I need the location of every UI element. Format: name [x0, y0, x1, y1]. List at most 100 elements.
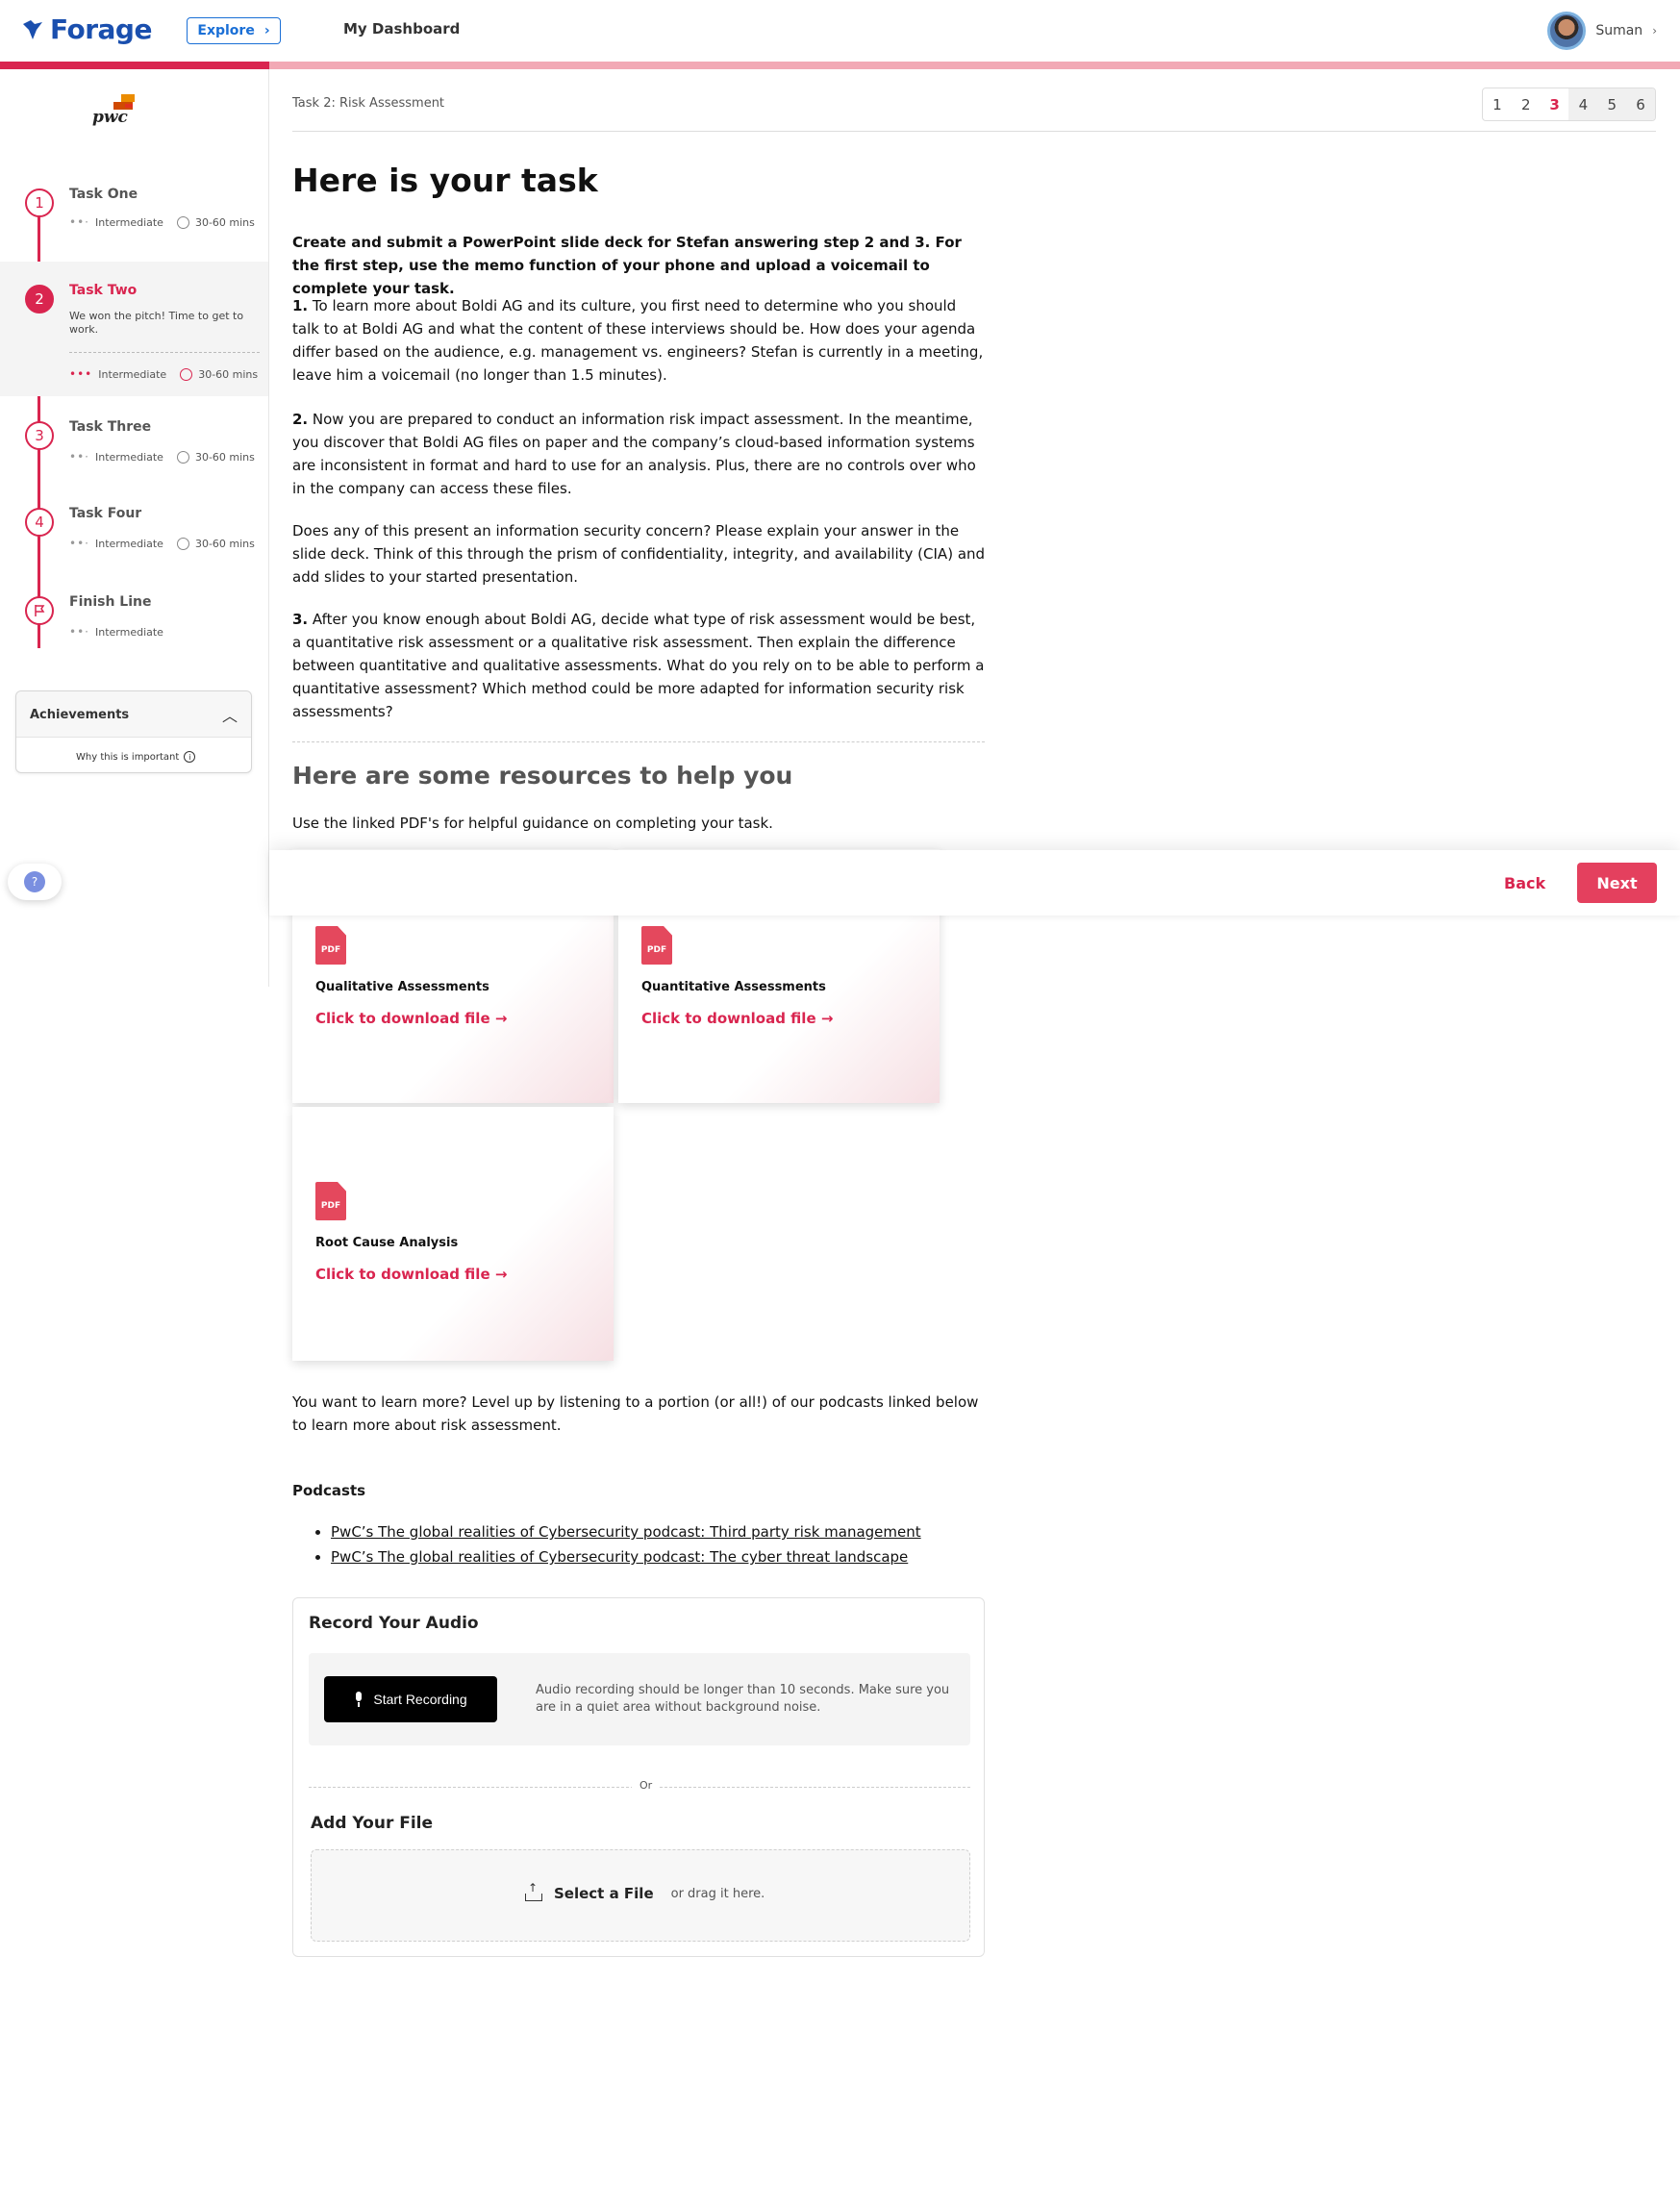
task-duration: 30-60 mins: [194, 537, 255, 550]
task-duration: 30-60 mins: [194, 215, 255, 229]
sidebar-item-task-four[interactable]: 4 Task Four ••· Intermediate 30-60 mins: [0, 494, 268, 571]
task-step-3: 3. After you know enough about Boldi AG,…: [292, 608, 987, 723]
resource-title: Root Cause Analysis: [315, 1236, 459, 1250]
download-link[interactable]: Click to download file →: [315, 1266, 507, 1283]
start-recording-button[interactable]: Start Recording: [324, 1676, 497, 1722]
recording-instructions: Audio recording should be longer than 10…: [536, 1683, 950, 1715]
task-meta: ••· Intermediate 30-60 mins: [69, 537, 255, 550]
step-pager: 1 2 3 4 5 6: [1482, 88, 1656, 121]
logo-text: Forage: [50, 13, 152, 45]
step-number: 2.: [292, 411, 309, 428]
task-meta: ••• Intermediate 30-60 mins: [69, 367, 258, 381]
forage-logo-icon: [23, 19, 42, 39]
task-meta: ••· Intermediate: [69, 625, 163, 639]
pager-page-6[interactable]: 6: [1626, 88, 1655, 120]
clock-icon: [180, 367, 193, 381]
page-title: Here is your task: [292, 162, 598, 199]
difficulty-dots-icon: ••·: [69, 450, 89, 464]
drag-hint: or drag it here.: [670, 1886, 765, 1901]
record-audio-panel: Start Recording Audio recording should b…: [309, 1653, 970, 1745]
sidebar-item-finish-line[interactable]: Finish Line ••· Intermediate: [0, 583, 268, 660]
task-title: Task Three: [69, 419, 152, 435]
task-title: Task One: [69, 187, 138, 202]
microphone-icon: [354, 1692, 364, 1707]
sidebar-item-task-three[interactable]: 3 Task Three ••· Intermediate 30-60 mins: [0, 406, 268, 483]
difficulty-dots-icon: ••·: [69, 215, 89, 229]
pdf-icon: PDF: [315, 1182, 346, 1220]
task-duration: 30-60 mins: [194, 450, 255, 464]
task-number: 1: [25, 188, 54, 217]
task-description: We won the pitch! Time to get to work.: [69, 310, 244, 336]
difficulty-dots-icon: •••: [69, 367, 93, 381]
task-level: Intermediate: [94, 215, 163, 229]
question-icon: ?: [24, 871, 45, 892]
resources-intro: Use the linked PDF's for helpful guidanc…: [292, 815, 773, 832]
clock-icon: [176, 215, 189, 229]
or-label: Or: [632, 1779, 661, 1792]
task-level: Intermediate: [98, 367, 167, 381]
step-number: 1.: [292, 297, 309, 314]
task-number: 2: [25, 285, 54, 314]
sidebar-item-task-two[interactable]: 2 Task Two We won the pitch! Time to get…: [0, 262, 268, 396]
difficulty-dots-icon: ••·: [69, 537, 89, 550]
explore-label: Explore: [197, 23, 255, 38]
step-text: Now you are prepared to conduct an infor…: [292, 411, 976, 497]
resource-card[interactable]: PDF Root Cause Analysis Click to downloa…: [292, 1107, 614, 1361]
task-duration: 30-60 mins: [198, 367, 259, 381]
achievements-header[interactable]: Achievements ︿: [16, 691, 251, 738]
avatar[interactable]: [1547, 12, 1587, 50]
why-important-link[interactable]: Why this is important i: [76, 751, 196, 763]
list-item: PwC’s The global realities of Cybersecur…: [331, 1519, 921, 1544]
chevron-up-icon[interactable]: ︿: [222, 703, 238, 726]
difficulty-dots-icon: ••·: [69, 625, 89, 639]
pdf-icon: PDF: [641, 926, 672, 965]
forage-logo[interactable]: Forage: [21, 13, 152, 45]
podcasts-heading: Podcasts: [292, 1482, 366, 1499]
top-navbar: Forage Explore › My Dashboard Suman ›: [0, 0, 1680, 62]
pager-page-1[interactable]: 1: [1483, 88, 1512, 120]
pager-page-3[interactable]: 3: [1541, 88, 1569, 120]
company-logo-text: pwc: [92, 108, 128, 127]
sidebar-item-task-one[interactable]: 1 Task One ••· Intermediate 30-60 mins: [0, 175, 268, 244]
user-menu[interactable]: Suman ›: [1547, 12, 1657, 50]
list-item: PwC’s The global realities of Cybersecur…: [331, 1544, 921, 1569]
add-file-title: Add Your File: [311, 1814, 434, 1833]
divider: [292, 741, 985, 742]
divider: [292, 131, 1656, 132]
achievements-panel: Achievements ︿ Why this is important i: [15, 690, 252, 773]
step-text: After you know enough about Boldi AG, de…: [292, 611, 985, 720]
step-navigation-bar: [269, 850, 1680, 916]
file-drop-zone[interactable]: Select a File or drag it here.: [311, 1849, 970, 1942]
upload-icon: [525, 1881, 542, 1901]
podcast-list: PwC’s The global realities of Cybersecur…: [317, 1519, 921, 1569]
logo-shape: [121, 94, 135, 102]
task-number: 3: [25, 421, 54, 450]
podcast-link[interactable]: PwC’s The global realities of Cybersecur…: [331, 1548, 908, 1566]
explore-button[interactable]: Explore ›: [187, 17, 281, 44]
pager-page-2[interactable]: 2: [1512, 88, 1541, 120]
back-button[interactable]: Back: [1504, 874, 1545, 892]
task-title: Finish Line: [69, 594, 152, 610]
clock-icon: [176, 450, 189, 464]
learn-more-text: You want to learn more? Level up by list…: [292, 1393, 979, 1434]
chevron-right-icon: ›: [1652, 24, 1657, 38]
pager-page-5[interactable]: 5: [1597, 88, 1627, 120]
my-dashboard-link[interactable]: My Dashboard: [343, 20, 460, 38]
pager-page-4[interactable]: 4: [1568, 88, 1598, 120]
download-link[interactable]: Click to download file →: [315, 1010, 507, 1027]
task-sidebar: pwc 1 Task One ••· Intermediate 30-60 mi…: [0, 69, 269, 987]
pdf-icon: PDF: [315, 926, 346, 965]
task-step-2: 2. Now you are prepared to conduct an in…: [292, 408, 987, 500]
help-chat-button[interactable]: ?: [8, 864, 62, 900]
resources-heading: Here are some resources to help you: [292, 762, 793, 790]
step-number: 3.: [292, 611, 309, 628]
record-audio-title: Record Your Audio: [309, 1614, 479, 1633]
download-link[interactable]: Click to download file →: [641, 1010, 833, 1027]
course-progress-bar: [0, 62, 1680, 69]
course-progress-fill: [0, 62, 269, 69]
start-recording-label: Start Recording: [373, 1692, 467, 1707]
next-button[interactable]: Next: [1577, 863, 1657, 903]
podcast-link[interactable]: PwC’s The global realities of Cybersecur…: [331, 1523, 921, 1541]
breadcrumb: Task 2: Risk Assessment: [292, 96, 445, 111]
select-file-button[interactable]: Select a File: [554, 1885, 654, 1902]
